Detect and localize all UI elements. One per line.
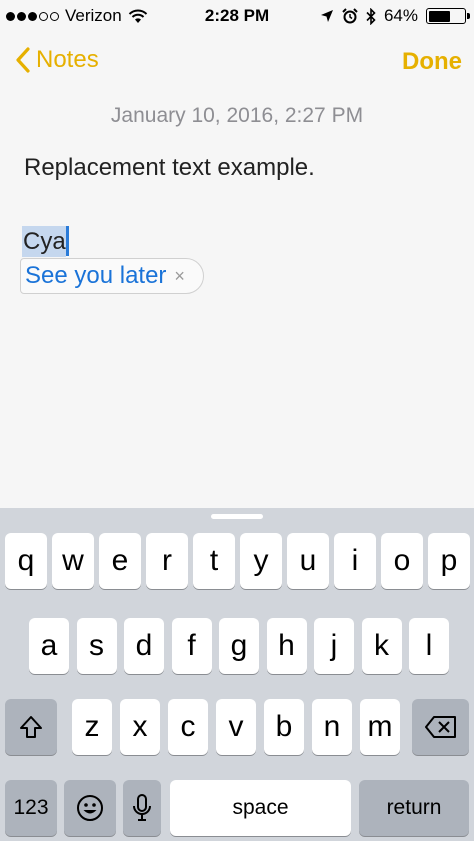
- key-e[interactable]: e: [99, 533, 141, 589]
- key-h[interactable]: h: [266, 618, 307, 674]
- key-i[interactable]: i: [334, 533, 376, 589]
- location-arrow-icon: [320, 10, 333, 22]
- done-button[interactable]: Done: [402, 48, 462, 76]
- status-bar: Verizon 2:28 PM 64%: [0, 0, 474, 32]
- key-s[interactable]: s: [76, 618, 117, 674]
- key-g[interactable]: g: [219, 618, 259, 674]
- key-j[interactable]: j: [314, 618, 354, 674]
- key-b[interactable]: b: [264, 699, 304, 755]
- chevron-left-icon: [16, 47, 30, 73]
- status-right: 64%: [320, 6, 470, 26]
- microphone-icon: [133, 794, 151, 821]
- key-y[interactable]: y: [240, 533, 282, 589]
- back-label: Notes: [36, 46, 99, 73]
- battery-icon: [426, 8, 470, 24]
- key-m[interactable]: m: [360, 699, 400, 755]
- key-c[interactable]: c: [168, 699, 208, 755]
- key-r[interactable]: r: [146, 533, 188, 589]
- key-d[interactable]: d: [124, 618, 164, 674]
- key-z[interactable]: z: [72, 699, 112, 755]
- dismiss-suggestion-icon[interactable]: ×: [174, 266, 185, 287]
- back-to-notes-button[interactable]: Notes: [16, 46, 99, 74]
- key-f[interactable]: f: [171, 618, 212, 674]
- shift-key[interactable]: [5, 699, 57, 755]
- dictation-key[interactable]: [123, 780, 161, 836]
- keyboard-row-4: 123 space return: [0, 780, 474, 836]
- backspace-icon: [424, 716, 456, 738]
- keyboard-row-1: qwertyuiop: [0, 533, 474, 589]
- emoji-icon: [77, 795, 103, 821]
- space-key[interactable]: space: [170, 780, 351, 836]
- key-q[interactable]: q: [5, 533, 47, 589]
- keyboard-grabber[interactable]: [211, 514, 263, 519]
- emoji-key[interactable]: [64, 780, 116, 836]
- key-o[interactable]: o: [381, 533, 423, 589]
- battery-fill: [428, 10, 451, 22]
- bluetooth-icon: [366, 7, 376, 25]
- key-v[interactable]: v: [216, 699, 256, 755]
- shift-icon: [20, 716, 42, 738]
- battery-percent: 64%: [383, 6, 418, 25]
- key-a[interactable]: a: [29, 618, 69, 674]
- key-t[interactable]: t: [193, 533, 235, 589]
- delete-key[interactable]: [412, 699, 469, 755]
- key-p[interactable]: p: [428, 533, 470, 589]
- note-text-line[interactable]: Replacement text example.: [24, 154, 315, 182]
- key-k[interactable]: k: [361, 618, 402, 674]
- selected-text: Cya: [22, 226, 66, 257]
- text-replacement-suggestion[interactable]: See you later ×: [20, 258, 204, 294]
- alarm-icon: [342, 8, 358, 24]
- return-key[interactable]: return: [359, 780, 469, 836]
- typed-text[interactable]: Cya: [22, 226, 69, 257]
- keyboard-row-2: asdfghjkl: [0, 618, 474, 674]
- suggestion-text: See you later: [25, 262, 167, 289]
- text-cursor: [65, 226, 69, 256]
- key-u[interactable]: u: [287, 533, 329, 589]
- keyboard: qwertyuiop asdfghjkl zxcvbnm 123 space r…: [0, 508, 474, 841]
- key-x[interactable]: x: [120, 699, 160, 755]
- keyboard-row-3: zxcvbnm: [0, 699, 474, 755]
- key-n[interactable]: n: [312, 699, 352, 755]
- key-l[interactable]: l: [409, 618, 449, 674]
- key-w[interactable]: w: [52, 533, 94, 589]
- numbers-key[interactable]: 123: [5, 780, 57, 836]
- note-date: January 10, 2016, 2:27 PM: [110, 104, 364, 127]
